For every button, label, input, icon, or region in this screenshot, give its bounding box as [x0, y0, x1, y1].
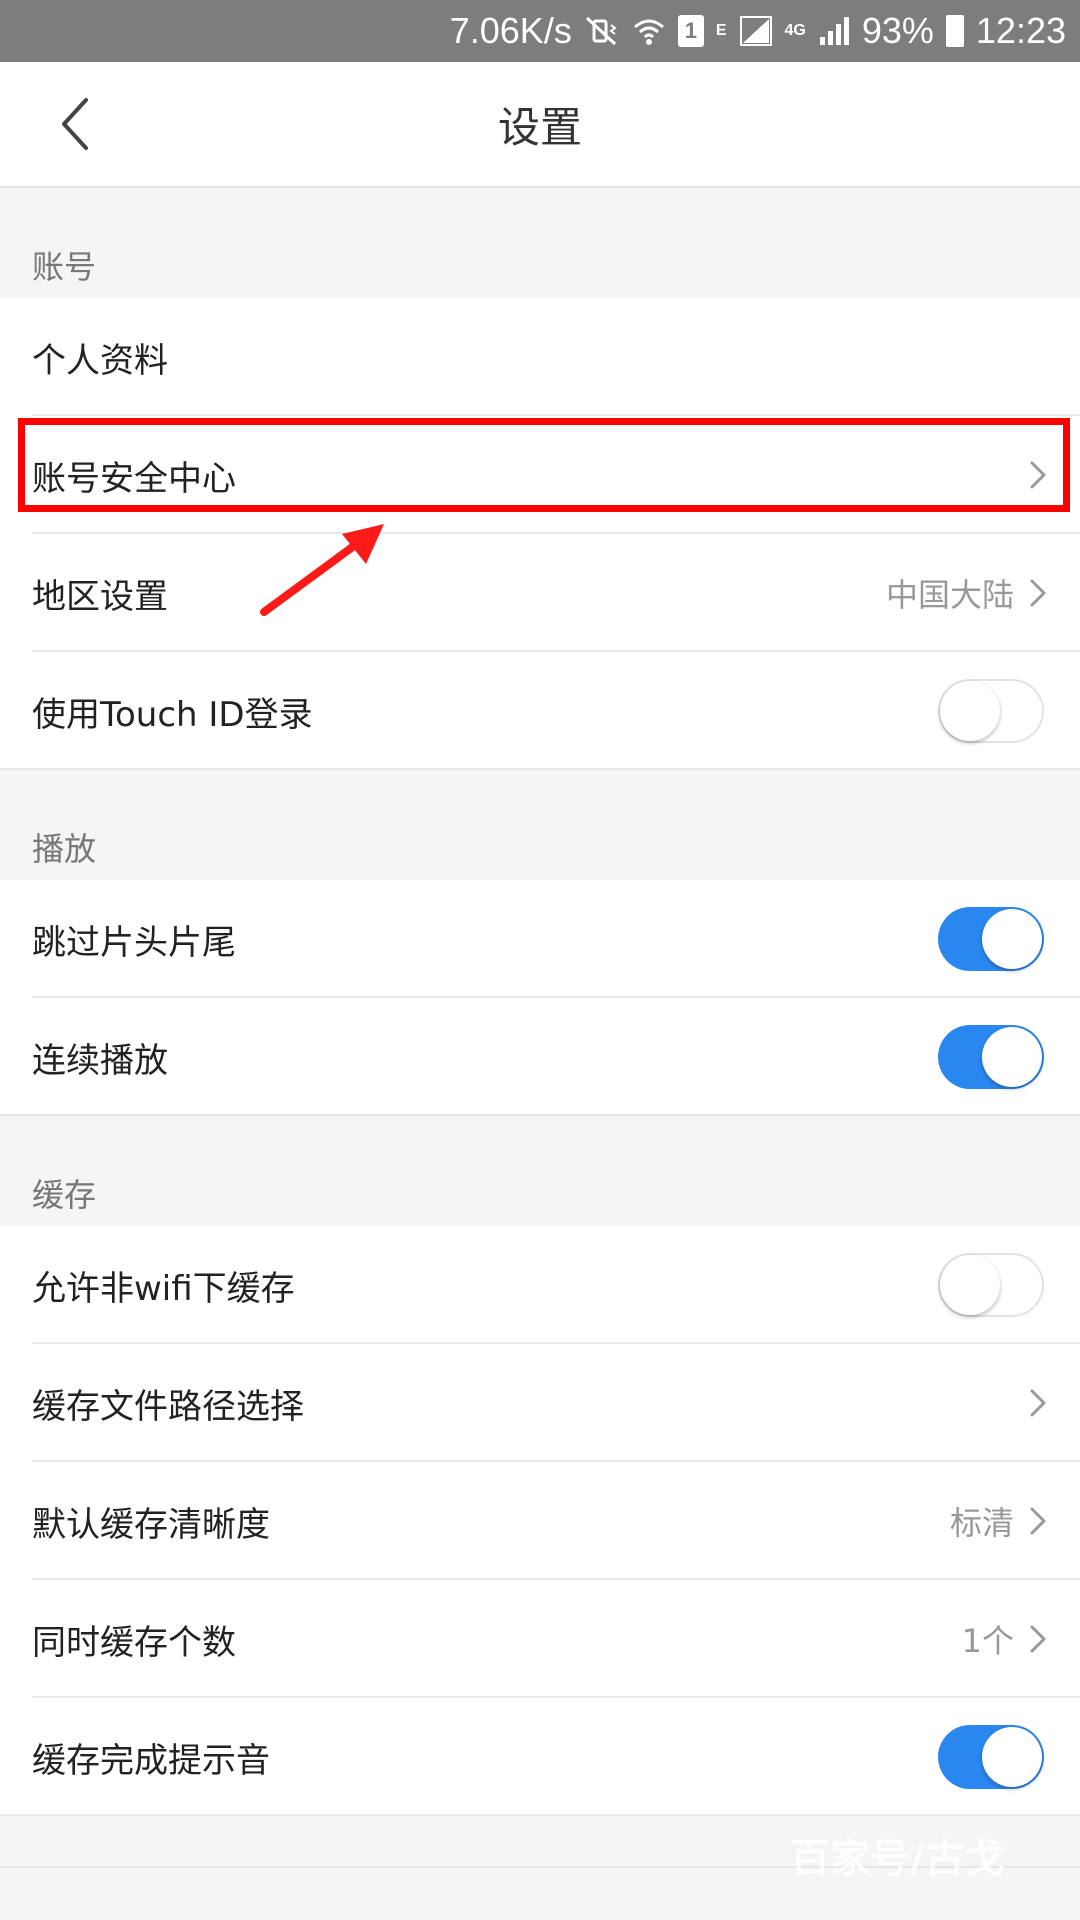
- row-label: 同时缓存个数: [32, 1622, 236, 1663]
- skip-intro-toggle[interactable]: [938, 907, 1044, 971]
- row-label: 地区设置: [32, 576, 168, 617]
- row-value: 中国大陆: [885, 576, 1014, 614]
- section-header-playback: 播放: [0, 770, 1080, 880]
- network-speed: 7.06K/s: [449, 10, 572, 51]
- row-label: 使用Touch ID登录: [32, 694, 313, 735]
- row-concurrent-cache[interactable]: 同时缓存个数 1个: [0, 1580, 1080, 1698]
- net-type-e: E: [715, 22, 727, 39]
- row-label: 允许非wifi下缓存: [32, 1268, 295, 1309]
- row-label: 跳过片头片尾: [32, 922, 236, 963]
- row-label: 默认缓存清晰度: [32, 1504, 270, 1545]
- chevron-right-icon: [1030, 1389, 1046, 1417]
- row-region[interactable]: 地区设置 中国大陆: [0, 534, 1080, 652]
- battery-icon: [945, 15, 964, 47]
- status-bar: 7.06K/s 1 E 4G 93% 12:23: [0, 0, 1080, 62]
- settings-screen: 7.06K/s 1 E 4G 93% 12:23 设置 账号 个人资料 账号安全…: [0, 0, 1080, 1920]
- section-header-cache: 缓存: [0, 1116, 1080, 1226]
- chevron-right-icon: [1030, 1625, 1046, 1653]
- page-title: 设置: [497, 102, 582, 152]
- row-account-security[interactable]: 账号安全中心: [0, 416, 1080, 534]
- wifi-icon: [632, 15, 666, 47]
- mute-vibrate-icon: [584, 15, 620, 47]
- row-label: 连续播放: [32, 1040, 168, 1081]
- chevron-right-icon: [1030, 461, 1046, 489]
- row-cache-quality[interactable]: 默认缓存清晰度 标清: [0, 1462, 1080, 1580]
- row-skip-intro: 跳过片头片尾: [0, 880, 1080, 998]
- sim-icon: 1: [677, 15, 704, 47]
- section-header-account: 账号: [0, 188, 1080, 298]
- clock: 12:23: [975, 10, 1066, 51]
- row-touch-id: 使用Touch ID登录: [0, 652, 1080, 770]
- row-value: 1个: [961, 1622, 1014, 1660]
- row-label: 缓存完成提示音: [32, 1740, 270, 1781]
- row-cache-complete-sound: 缓存完成提示音: [0, 1698, 1080, 1816]
- touch-id-toggle[interactable]: [938, 679, 1044, 743]
- row-cache-path[interactable]: 缓存文件路径选择: [0, 1344, 1080, 1462]
- row-label: 缓存文件路径选择: [32, 1386, 304, 1427]
- cache-non-wifi-toggle[interactable]: [938, 1253, 1044, 1317]
- row-value: 标清: [949, 1504, 1014, 1542]
- net-type-4g: 4G: [784, 22, 806, 39]
- row-cache-non-wifi: 允许非wifi下缓存: [0, 1226, 1080, 1344]
- nav-header: 设置: [0, 62, 1080, 188]
- row-label: 个人资料: [32, 340, 168, 381]
- row-label: 账号安全中心: [32, 458, 236, 499]
- battery-percent: 93%: [861, 10, 934, 51]
- chevron-right-icon: [1030, 1507, 1046, 1535]
- row-profile[interactable]: 个人资料: [0, 298, 1080, 416]
- row-autoplay: 连续播放: [0, 998, 1080, 1116]
- chevron-right-icon: [1030, 579, 1046, 607]
- signal-icon: [739, 15, 773, 47]
- cache-sound-toggle[interactable]: [938, 1725, 1044, 1789]
- watermark: 百家号/古戈: [790, 1836, 1005, 1882]
- cell-signal-icon: [818, 15, 850, 47]
- autoplay-toggle[interactable]: [938, 1025, 1044, 1089]
